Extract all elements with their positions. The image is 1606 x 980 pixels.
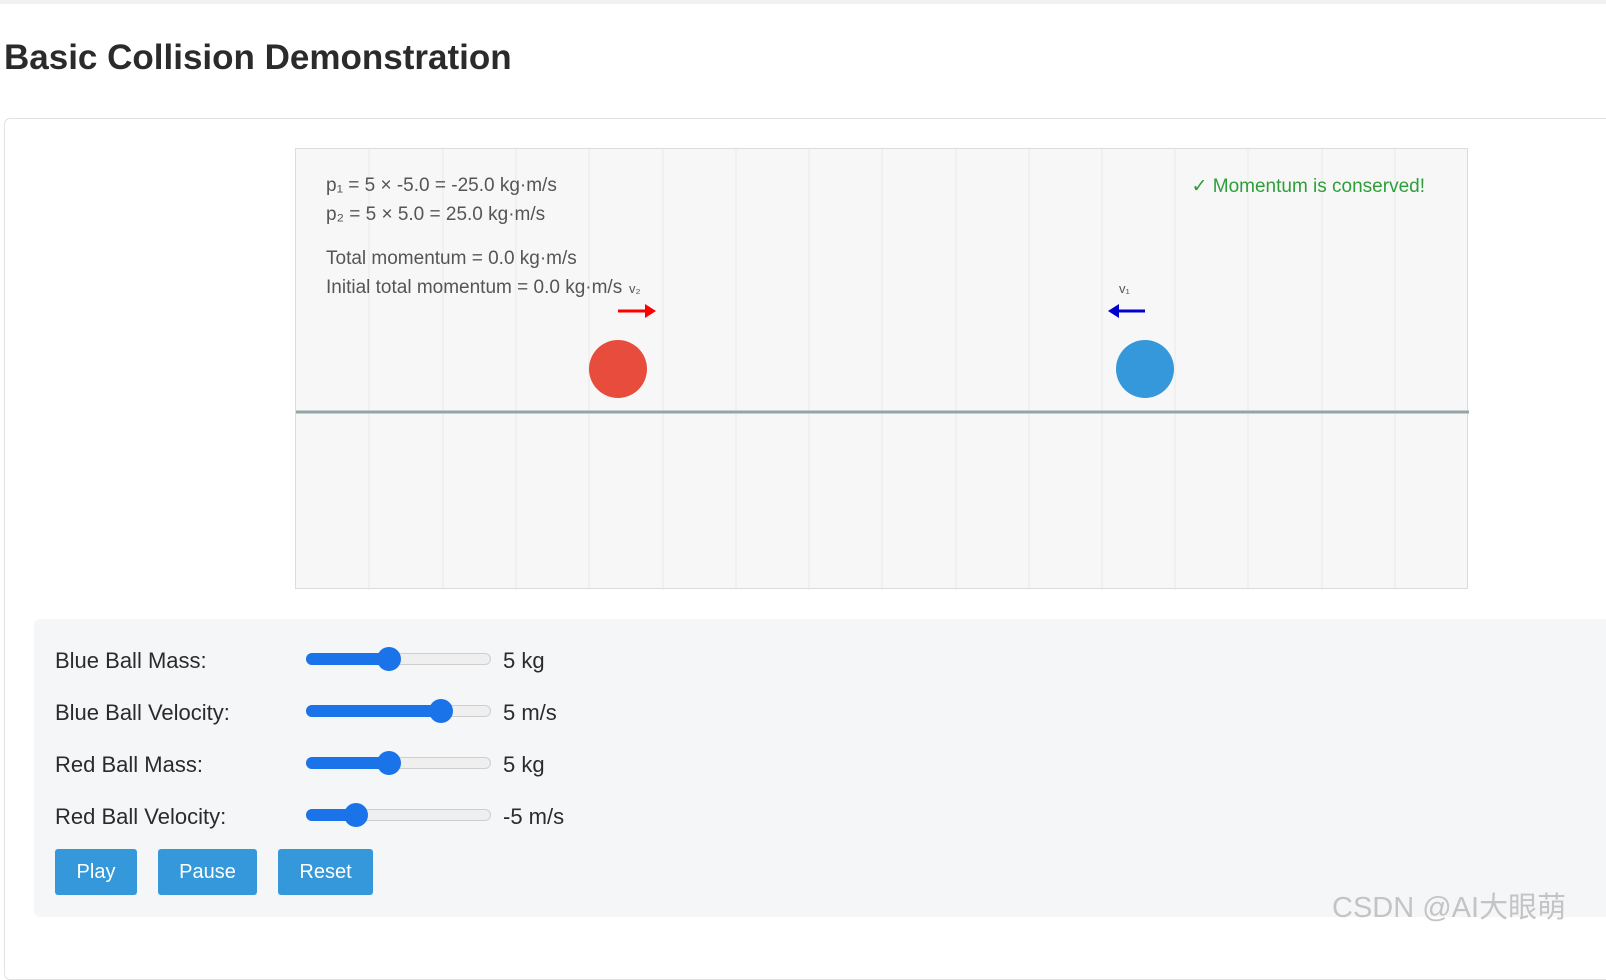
play-button[interactable]: Play <box>55 849 137 895</box>
total-momentum-readout: Total momentum = 0.0 kg·m/s <box>326 248 577 269</box>
blue-mass-slider[interactable] <box>306 647 491 671</box>
red-velocity-label: v₂ <box>629 281 641 296</box>
red-mass-slider[interactable] <box>306 751 491 775</box>
blue-velocity-slider[interactable] <box>306 699 491 723</box>
blue-velocity-arrow <box>1108 304 1145 318</box>
controls-panel: Blue Ball Mass: 5 kg Blue Ball Velocity:… <box>34 619 1606 917</box>
blue-velocity-value: 5 m/s <box>503 700 557 725</box>
slider-thumb[interactable] <box>377 751 401 775</box>
slider-thumb[interactable] <box>377 647 401 671</box>
top-border <box>0 0 1606 4</box>
blue-ball[interactable] <box>1116 340 1174 398</box>
pause-button[interactable]: Pause <box>158 849 257 895</box>
blue-mass-value: 5 kg <box>503 648 545 673</box>
blue-velocity-label: v₁ <box>1119 281 1130 296</box>
page-title: Basic Collision Demonstration <box>4 38 512 77</box>
red-velocity-label-text: Red Ball Velocity: <box>55 804 227 829</box>
red-velocity-value: -5 m/s <box>503 804 565 829</box>
slider-thumb[interactable] <box>429 699 453 723</box>
reset-button[interactable]: Reset <box>278 849 373 895</box>
p2-readout: p₂ = 5 × 5.0 = 25.0 kg·m/s <box>326 204 546 225</box>
red-mass-label: Red Ball Mass: <box>55 752 203 777</box>
blue-velocity-label-text: Blue Ball Velocity: <box>55 700 230 725</box>
initial-momentum-readout: Initial total momentum = 0.0 kg·m/s <box>326 277 623 298</box>
slider-fill <box>306 705 441 717</box>
red-mass-value: 5 kg <box>503 752 545 777</box>
slider-thumb[interactable] <box>344 803 368 827</box>
simulation-canvas: p₁ = 5 × -5.0 = -25.0 kg·m/s p₂ = 5 × 5.… <box>295 148 1469 590</box>
red-velocity-arrow <box>618 304 656 318</box>
red-velocity-slider[interactable] <box>306 803 491 827</box>
blue-mass-label: Blue Ball Mass: <box>55 648 207 673</box>
p1-readout: p₁ = 5 × -5.0 = -25.0 kg·m/s <box>326 175 557 196</box>
conserved-status: ✓ Momentum is conserved! <box>1191 176 1425 197</box>
watermark: CSDN @AI大眼萌 <box>1332 892 1567 924</box>
red-ball[interactable] <box>589 340 647 398</box>
